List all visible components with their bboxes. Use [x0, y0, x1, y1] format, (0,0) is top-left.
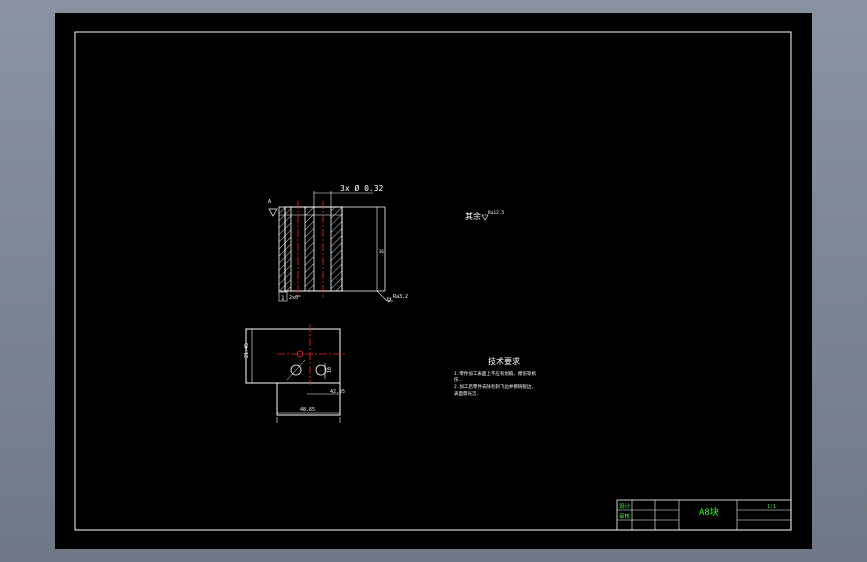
cad-drawing-canvas: 3x Ø 0.32 36 A 1 2x0° Ra3.2 其余 Ra12.5 21… [55, 13, 812, 549]
roughness-note-value: Ra12.5 [488, 210, 505, 216]
hole-callout-label: 3x Ø 0.32 [340, 183, 384, 193]
surface-marker-icon [268, 208, 278, 217]
tech-req-line: 伤. [454, 376, 461, 383]
offset-dim-label: 42.55 [330, 389, 345, 395]
tech-req-line: 2.加工后零件去除毛刺飞边并倒钝锐边, [454, 383, 534, 390]
svg-text:1: 1 [281, 295, 285, 302]
section-letter-label: A [268, 199, 271, 205]
tech-req-line: 1.零件加工表面上不应有划痕、擦伤等损 [454, 370, 536, 377]
hole-dim-label: 10 [327, 367, 333, 373]
title-block-row-label: 设计 [619, 502, 631, 510]
roughness-note: 其余 Ra12.5 [465, 210, 505, 221]
tech-req-title: 技术要求 [488, 356, 520, 366]
cad-drawing: 3x Ø 0.32 36 A 1 2x0° Ra3.2 其余 Ra12.5 21… [74, 31, 792, 531]
title-block: 设计 审核 A8块 1:1 [616, 499, 792, 531]
height-dim-label: 36 [379, 249, 384, 254]
plan-height-dim: 21.45 [244, 343, 250, 358]
drawing-border [74, 31, 792, 531]
section-view: 3x Ø 0.32 36 A 1 2x0° Ra3.2 [268, 183, 408, 303]
plan-view: 21.45 10 42.55 48.65 [244, 324, 345, 423]
plan-width-dim: 48.65 [300, 407, 315, 413]
tech-req-line: 表面需光洁. [454, 390, 479, 397]
part-name-label: A8块 [699, 506, 719, 518]
scale-label: 1:1 [767, 504, 776, 510]
surface-finish-label: Ra3.2 [393, 294, 408, 300]
technical-requirements: 技术要求 1.零件加工表面上不应有划痕、擦伤等损 伤. 2.加工后零件去除毛刺飞… [454, 356, 536, 397]
title-block-row-label: 审核 [619, 512, 631, 520]
hole-circle [315, 364, 327, 376]
chamfer-note-label: 2x0° [289, 295, 301, 301]
roughness-note-label: 其余 [465, 211, 481, 221]
roughness-symbol-icon [386, 297, 392, 303]
